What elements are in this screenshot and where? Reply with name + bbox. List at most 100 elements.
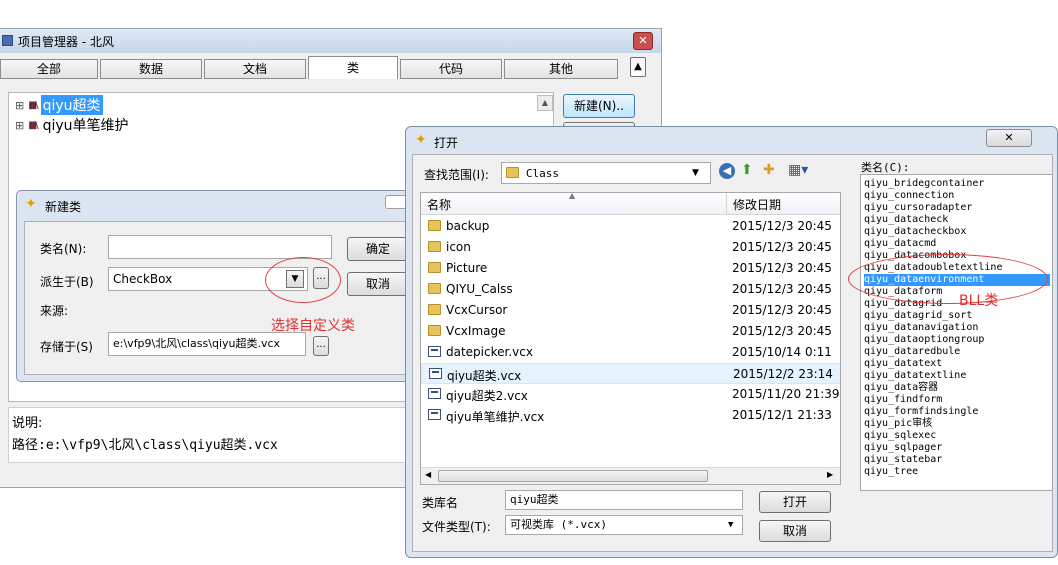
based-on-value: CheckBox	[113, 272, 173, 286]
pm-title: 项目管理器 - 北风	[18, 35, 114, 49]
pm-close-button[interactable]: ✕	[633, 32, 653, 50]
file-type-label: 文件类型(T):	[422, 520, 491, 534]
pm-tree-item[interactable]: ⊞ ▮▮\ qiyu单笔维护	[15, 115, 131, 135]
file-row[interactable]: VcxImage 2015/12/3 20:45	[421, 321, 840, 342]
class-list-item[interactable]: qiyu_sqlpager	[864, 442, 1050, 454]
folder-icon	[428, 325, 441, 336]
new-folder-icon[interactable]: ✚	[763, 162, 775, 178]
class-list-item[interactable]: qiyu_sqlexec	[864, 430, 1050, 442]
class-list-item[interactable]: qiyu_dataredbule	[864, 346, 1050, 358]
file-date: 2015/12/3 20:45	[732, 240, 832, 254]
class-list-item[interactable]: qiyu_datagrid_sort	[864, 310, 1050, 322]
class-name-input[interactable]	[108, 235, 332, 259]
column-divider	[726, 193, 727, 215]
library-name-input[interactable]: qiyu超类	[505, 490, 743, 510]
cancel-button[interactable]: 取消	[347, 272, 409, 296]
scroll-thumb[interactable]	[438, 470, 708, 482]
class-list-item[interactable]: qiyu_datacheck	[864, 214, 1050, 226]
file-date: 2015/10/14 0:11	[732, 345, 832, 359]
file-row[interactable]: datepicker.vcx 2015/10/14 0:11	[421, 342, 840, 363]
file-row[interactable]: VcxCursor 2015/12/3 20:45	[421, 300, 840, 321]
up-folder-icon[interactable]: ⬆	[741, 162, 753, 178]
view-menu-icon[interactable]: ▦▾	[788, 162, 808, 178]
file-row[interactable]: Picture 2015/12/3 20:45	[421, 258, 840, 279]
class-list-item[interactable]: qiyu_datacheckbox	[864, 226, 1050, 238]
app-icon	[2, 35, 13, 46]
column-name-header[interactable]: 名称	[427, 196, 451, 213]
vcx-file-icon	[429, 368, 442, 379]
class-list-item[interactable]: qiyu_tree	[864, 466, 1050, 478]
chevron-down-icon: ▼	[692, 168, 699, 178]
class-list-item[interactable]: qiyu_pic审核	[864, 418, 1050, 430]
class-list-item[interactable]: qiyu_cursoradapter	[864, 202, 1050, 214]
back-icon[interactable]: ◀	[719, 163, 735, 179]
pm-tab-strip: 全部 数据 文档类代码 其他	[0, 56, 630, 80]
vcx-file-icon	[428, 409, 441, 420]
pm-tree-scroll-up[interactable]: ▲	[537, 95, 553, 111]
file-type-combo[interactable]: 可视类库 (*.vcx) ▼	[505, 515, 743, 535]
file-date: 2015/12/3 20:45	[732, 282, 832, 296]
pm-tab-1[interactable]: 数据	[100, 59, 202, 79]
pm-tab-0[interactable]: 全部	[0, 59, 98, 79]
expand-icon[interactable]: ⊞	[15, 99, 24, 112]
wizard-icon: ✦	[25, 196, 37, 212]
pm-tree-item[interactable]: ⊞ ▮▮\ qiyu超类	[15, 95, 103, 115]
class-list-item[interactable]: qiyu_formfindsingle	[864, 406, 1050, 418]
class-list-item[interactable]: qiyu_connection	[864, 190, 1050, 202]
open-close-button[interactable]: ✕	[986, 129, 1032, 147]
file-row[interactable]: QIYU_Calss 2015/12/3 20:45	[421, 279, 840, 300]
open-cancel-button[interactable]: 取消	[759, 520, 831, 542]
pm-tab-2[interactable]: 文档	[204, 59, 306, 79]
ok-button[interactable]: 确定	[347, 237, 409, 261]
class-list-item[interactable]: qiyu_dataoptiongroup	[864, 334, 1050, 346]
library-name-label: 类库名	[422, 496, 459, 510]
class-list-item[interactable]: qiyu_datatextline	[864, 370, 1050, 382]
folder-icon	[428, 283, 441, 294]
annotation-choose-custom-class: 选择自定义类	[271, 318, 355, 334]
class-library-icon: ▮▮\	[28, 119, 38, 131]
file-row[interactable]: qiyu超类.vcx 2015/12/2 23:14	[421, 363, 840, 384]
store-in-input[interactable]: e:\vfp9\北风\class\qiyu超类.vcx	[108, 332, 306, 356]
class-list: qiyu_bridegcontainer qiyu_connection qiyu_…	[860, 174, 1053, 491]
file-name: qiyu单笔维护.vcx	[446, 410, 545, 424]
file-row[interactable]: icon 2015/12/3 20:45	[421, 237, 840, 258]
file-name: backup	[446, 219, 490, 233]
file-name: QIYU_Calss	[446, 282, 513, 296]
scroll-right-icon[interactable]: ▶	[827, 470, 833, 479]
file-type-value: 可视类库 (*.vcx)	[510, 518, 607, 531]
look-in-label: 查找范围(I):	[424, 168, 489, 182]
based-on-label: 派生于(B)	[40, 275, 94, 289]
class-list-item[interactable]: qiyu_bridegcontainer	[864, 178, 1050, 190]
look-in-combo[interactable]: Class ▼	[501, 162, 711, 184]
class-list-item[interactable]: qiyu_datanavigation	[864, 322, 1050, 334]
open-title: 打开	[434, 136, 459, 150]
file-row[interactable]: qiyu单笔维护.vcx 2015/12/1 21:33	[421, 405, 840, 426]
column-date-header[interactable]: 修改日期	[733, 196, 781, 213]
expand-icon[interactable]: ⊞	[15, 119, 24, 132]
class-list-item[interactable]: qiyu_statebar	[864, 454, 1050, 466]
pm-tab-3[interactable]: 类	[308, 56, 398, 79]
pm-collapse-button[interactable]: ▲	[630, 57, 646, 77]
folder-icon	[428, 262, 441, 273]
arrow-up-icon: ▲	[634, 61, 642, 72]
file-row[interactable]: backup 2015/12/3 20:45	[421, 216, 840, 237]
file-date: 2015/12/3 20:45	[732, 324, 832, 338]
pm-tab-4[interactable]: 代码	[400, 59, 502, 79]
file-row[interactable]: qiyu超类2.vcx 2015/11/20 21:39	[421, 384, 840, 405]
source-label: 来源:	[40, 304, 69, 318]
pm-tree-item-label: qiyu单笔维护	[42, 118, 129, 134]
file-list-hscrollbar[interactable]: ◀ ▶	[421, 467, 840, 484]
open-button[interactable]: 打开	[759, 491, 831, 513]
class-list-item[interactable]: qiyu_datacmd	[864, 238, 1050, 250]
pm-new-button[interactable]: 新建(N)..	[563, 94, 635, 118]
store-in-browse-button[interactable]: ...	[313, 336, 329, 356]
wizard-icon: ✦	[415, 132, 427, 148]
file-date: 2015/12/3 20:45	[732, 303, 832, 317]
scroll-left-icon[interactable]: ◀	[425, 470, 431, 479]
class-list-item[interactable]: qiyu_findform	[864, 394, 1050, 406]
pm-tab-5[interactable]: 其他	[504, 59, 618, 79]
class-list-item[interactable]: qiyu_datatext	[864, 358, 1050, 370]
file-list-header: 名称 ▲ 修改日期	[421, 193, 840, 215]
class-library-icon: ▮▮\	[28, 99, 38, 111]
class-list-item[interactable]: qiyu_data容器	[864, 382, 1050, 394]
